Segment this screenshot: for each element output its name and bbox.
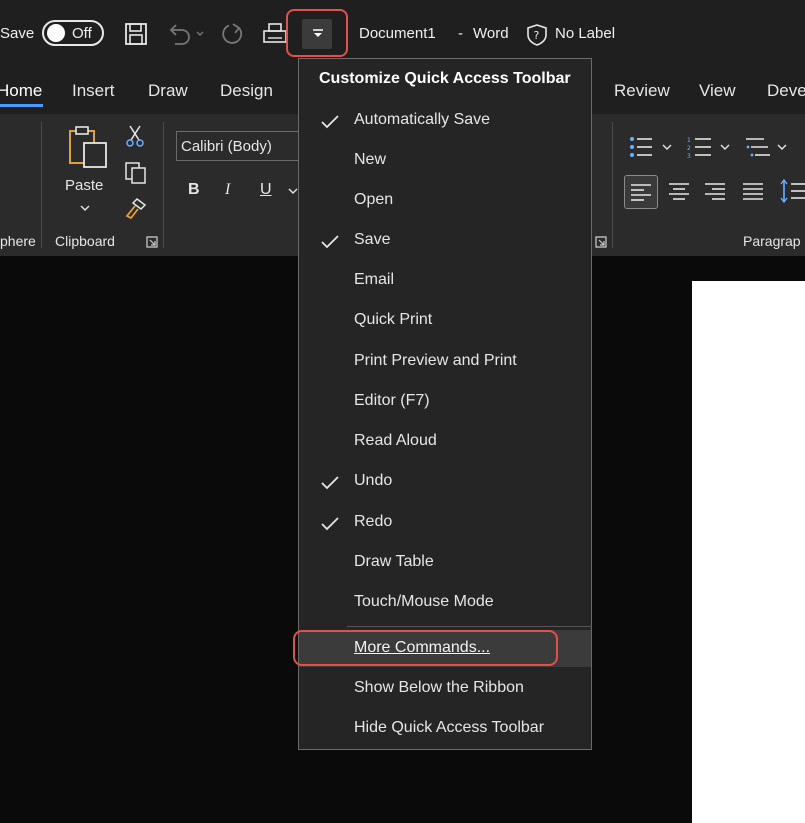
svg-text:2: 2: [687, 145, 691, 152]
menu-item[interactable]: Redo: [354, 513, 392, 531]
menu-item[interactable]: Touch/Mouse Mode: [354, 593, 494, 611]
chevron-down-icon[interactable]: [288, 187, 298, 195]
svg-text:?: ?: [534, 29, 540, 42]
checkmark-icon: [321, 476, 339, 490]
numbering-icon[interactable]: 1 2 3: [687, 135, 735, 159]
group-label-clipboard: Clipboard: [55, 233, 115, 249]
font-name-value: Calibri (Body): [181, 138, 272, 155]
save-icon[interactable]: [124, 22, 148, 46]
menu-item[interactable]: Undo: [354, 472, 392, 490]
tab-review[interactable]: Review: [614, 81, 670, 101]
sensitivity-shield-icon[interactable]: ?: [526, 23, 548, 47]
more-commands-highlight: [293, 630, 558, 666]
customize-qat-icon: [313, 29, 323, 37]
menu-item[interactable]: Automatically Save: [354, 111, 490, 129]
group-label-partial: phere: [0, 233, 36, 249]
group-label-paragraph: Paragrap: [743, 233, 801, 249]
paste-icon[interactable]: [66, 125, 110, 169]
menu-item[interactable]: New: [354, 151, 386, 169]
line-spacing-icon[interactable]: [780, 178, 805, 204]
hide-qat-menu-item[interactable]: Hide Quick Access Toolbar: [354, 719, 544, 737]
multilevel-list-icon[interactable]: [746, 135, 794, 159]
checkmark-icon: [321, 115, 339, 129]
dialog-launcher-icon[interactable]: [146, 236, 158, 248]
group-divider: [612, 122, 613, 248]
title-separator: -: [458, 25, 463, 42]
menu-item[interactable]: Editor (F7): [354, 392, 430, 410]
print-icon[interactable]: [262, 22, 288, 46]
show-below-ribbon-menu-item[interactable]: Show Below the Ribbon: [354, 679, 524, 697]
svg-text:3: 3: [687, 153, 691, 159]
underline-button[interactable]: U: [260, 181, 272, 199]
tab-view[interactable]: View: [699, 81, 736, 101]
customize-qat-button[interactable]: [286, 9, 348, 57]
checkmark-icon: [321, 517, 339, 531]
cut-icon[interactable]: [124, 124, 146, 148]
autosave-label: Save: [0, 25, 35, 42]
autosave-state: Off: [72, 25, 92, 42]
menu-item[interactable]: Draw Table: [354, 553, 434, 571]
group-divider: [163, 122, 164, 248]
menu-item[interactable]: Save: [354, 231, 390, 249]
paste-label[interactable]: Paste: [65, 177, 103, 194]
tab-developer[interactable]: Deve: [767, 81, 805, 101]
tab-draw[interactable]: Draw: [148, 81, 188, 101]
format-painter-icon[interactable]: [123, 196, 149, 220]
italic-button[interactable]: I: [225, 181, 230, 199]
checkmark-icon: [321, 235, 339, 249]
svg-text:1: 1: [687, 137, 691, 144]
menu-title: Customize Quick Access Toolbar: [319, 70, 571, 87]
menu-item[interactable]: Read Aloud: [354, 432, 437, 450]
menu-item[interactable]: Open: [354, 191, 393, 209]
tab-design[interactable]: Design: [220, 81, 273, 101]
menu-item[interactable]: Email: [354, 271, 394, 289]
document-title: Document1: [359, 25, 436, 42]
menu-item[interactable]: Print Preview and Print: [354, 352, 517, 370]
align-right-icon[interactable]: [705, 182, 725, 200]
tab-insert[interactable]: Insert: [72, 81, 115, 101]
group-divider: [41, 122, 42, 248]
undo-icon[interactable]: [166, 22, 206, 46]
menu-separator: [347, 626, 592, 627]
justify-icon[interactable]: [743, 182, 763, 200]
active-tab-indicator: [0, 104, 43, 107]
tab-home[interactable]: Home: [0, 81, 42, 101]
font-name-box[interactable]: Calibri (Body): [176, 131, 302, 161]
align-left-icon: [631, 184, 651, 201]
redo-icon[interactable]: [220, 21, 246, 47]
chevron-down-icon[interactable]: [80, 204, 90, 212]
align-center-icon[interactable]: [669, 182, 689, 200]
bold-button[interactable]: B: [188, 181, 200, 199]
menu-item[interactable]: Quick Print: [354, 311, 432, 329]
toggle-knob: [47, 24, 65, 42]
copy-icon[interactable]: [124, 161, 148, 185]
app-name: Word: [473, 25, 509, 42]
autosave-toggle[interactable]: Off: [42, 20, 104, 46]
align-left-button[interactable]: [624, 175, 658, 209]
sensitivity-label[interactable]: No Label: [555, 25, 615, 42]
bullets-icon[interactable]: [628, 135, 676, 159]
document-page[interactable]: [692, 281, 805, 823]
dialog-launcher-icon[interactable]: [595, 236, 607, 248]
